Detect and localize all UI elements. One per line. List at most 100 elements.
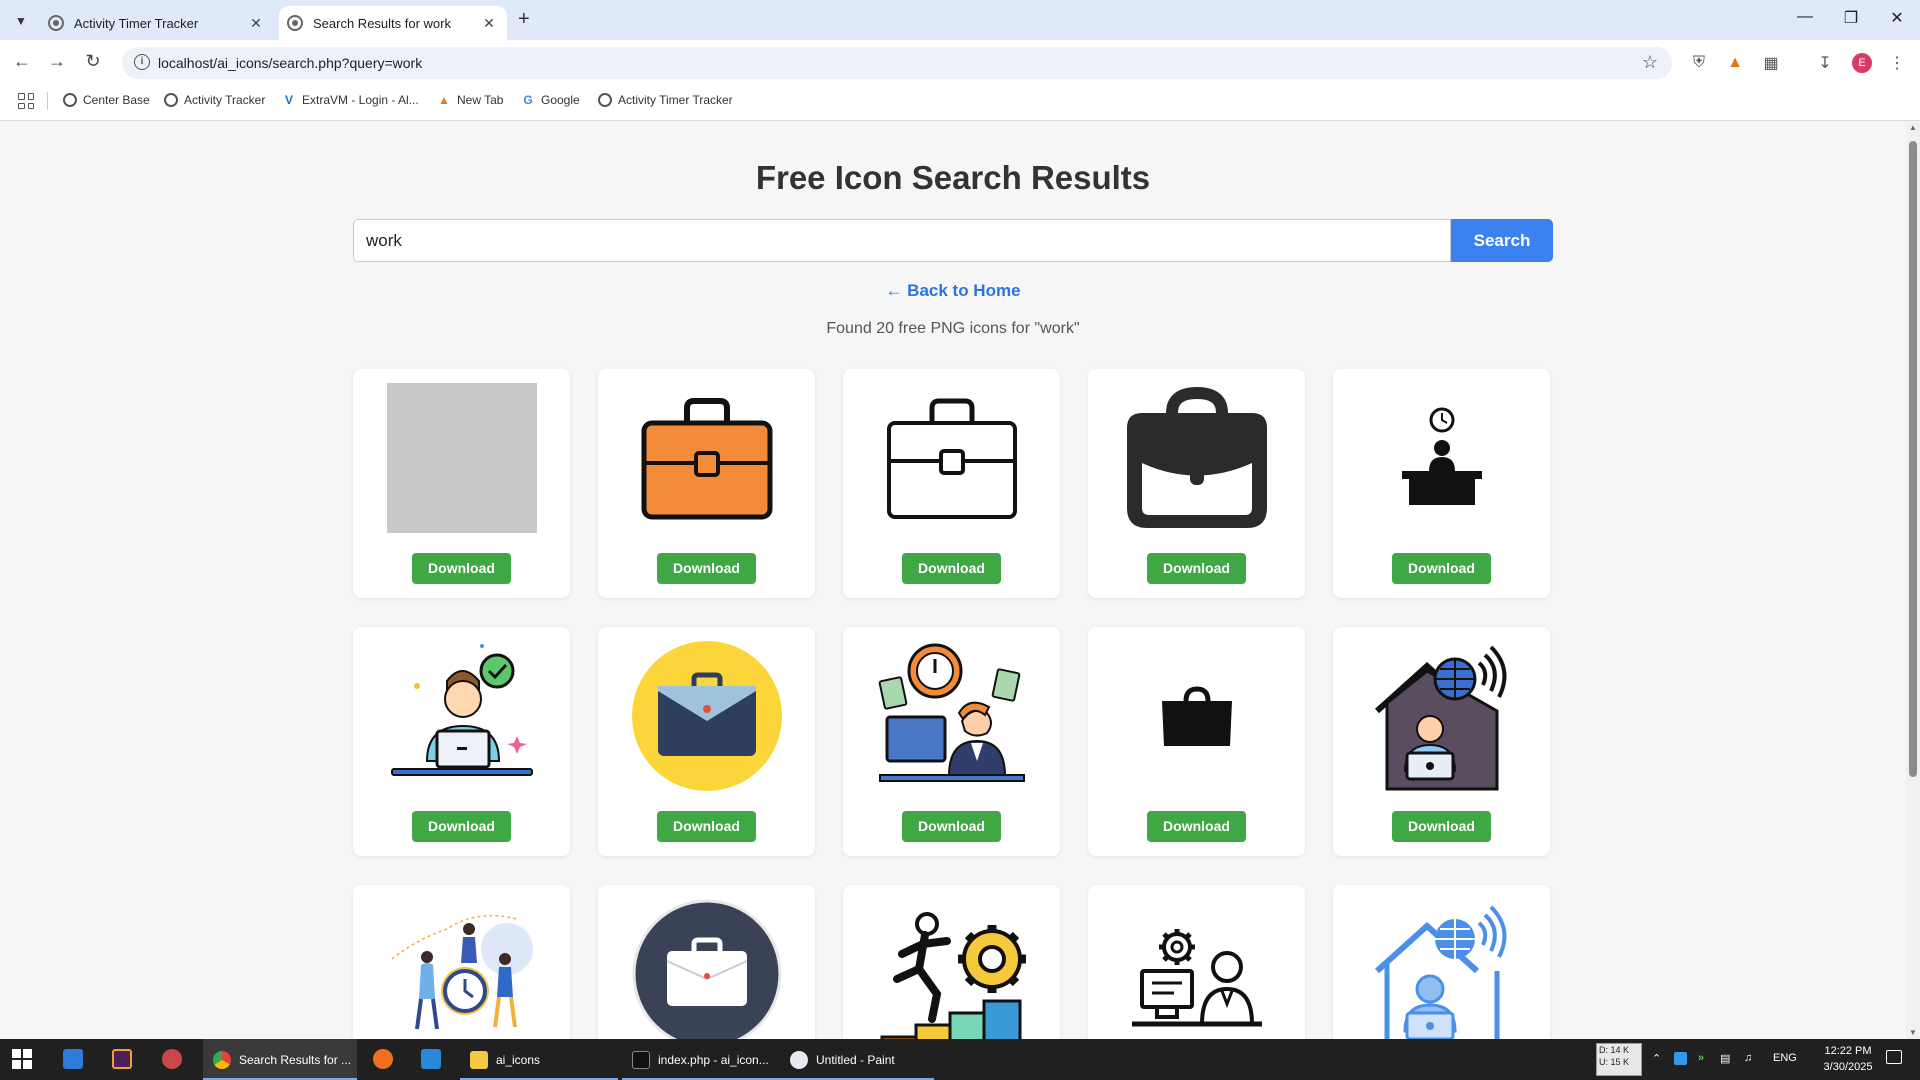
network-monitor-widget[interactable]: D: 14 K U: 15 K	[1596, 1043, 1642, 1076]
new-tab-button[interactable]: +	[518, 8, 530, 31]
laptop-worker-checkmark-icon	[391, 644, 533, 776]
download-button[interactable]: Download	[657, 811, 756, 842]
icon-card: Download	[843, 885, 1060, 1039]
tray-app-icon[interactable]	[1674, 1052, 1687, 1065]
close-icon[interactable]: ✕	[248, 15, 264, 32]
computer-gear-person-icon	[1132, 929, 1262, 1027]
briefcase-yellow-circle-icon	[632, 641, 782, 791]
bookmark-star-icon[interactable]: ☆	[1642, 52, 1658, 73]
menu-kebab-icon[interactable]: ⋮	[1886, 52, 1908, 74]
calculator-icon[interactable]	[63, 1049, 83, 1069]
paint-app-icon[interactable]	[162, 1049, 182, 1069]
nvidia-icon[interactable]: »	[1698, 1052, 1704, 1064]
firefox-icon[interactable]	[373, 1049, 393, 1069]
app-icon[interactable]	[112, 1049, 132, 1069]
download-button[interactable]: Download	[1392, 811, 1491, 842]
tab-activity-timer[interactable]: Activity Timer Tracker ✕	[40, 6, 274, 40]
url-text[interactable]: localhost/ai_icons/search.php?query=work	[158, 55, 422, 71]
icon-card: Download	[1333, 627, 1550, 856]
download-button[interactable]: Download	[412, 553, 511, 584]
taskbar-item-paint[interactable]: Untitled - Paint	[780, 1039, 934, 1080]
taskbar-item-explorer[interactable]: ai_icons	[460, 1039, 618, 1080]
blue-home-office-icon	[1374, 905, 1507, 1039]
language-indicator[interactable]: ENG	[1773, 1052, 1797, 1064]
vscode-icon[interactable]	[421, 1049, 441, 1069]
team-clock-illustration-icon	[391, 914, 533, 1030]
back-arrow-icon[interactable]: ←	[10, 51, 34, 72]
google-logo-icon: G	[523, 93, 533, 107]
volume-icon[interactable]: ♫	[1744, 1052, 1752, 1064]
browser-chrome: ▼ Activity Timer Tracker ✕ Search Result…	[0, 0, 1920, 121]
globe-icon	[63, 93, 77, 107]
bookmark-center-base[interactable]: Center Base	[63, 93, 150, 107]
download-button[interactable]: Download	[1147, 811, 1246, 842]
network-icon[interactable]: ▤	[1720, 1052, 1730, 1065]
download-button[interactable]: Download	[657, 553, 756, 584]
search-button[interactable]: Search	[1451, 219, 1553, 262]
bookmarks-separator	[47, 92, 48, 110]
placeholder-icon	[387, 383, 537, 533]
icon-card: Download	[1333, 885, 1550, 1039]
icon-card: Download	[843, 369, 1060, 598]
download-button[interactable]: Download	[902, 811, 1001, 842]
restore-button[interactable]: ❐	[1836, 8, 1866, 28]
bookmark-activity-timer[interactable]: Activity Timer Tracker	[598, 93, 733, 107]
extensions-puzzle-icon[interactable]: ▦	[1760, 52, 1782, 74]
taskbar: Search Results for ... ai_icons index.ph…	[0, 1039, 1920, 1080]
chevron-up-icon[interactable]: ⌃	[1652, 1052, 1661, 1065]
minimize-button[interactable]: —	[1790, 8, 1820, 26]
vm-logo-icon: V	[284, 93, 293, 107]
tab-search-button[interactable]: ▼	[10, 10, 32, 32]
metamask-fox-icon[interactable]: ▲	[1724, 52, 1746, 74]
scroll-down-icon[interactable]: ▼	[1909, 1028, 1917, 1037]
tab-title: Search Results for work	[313, 15, 451, 31]
download-button[interactable]: Download	[902, 553, 1001, 584]
icon-card: Download	[353, 885, 570, 1039]
icon-card: Download	[1088, 885, 1305, 1039]
bookmark-new-tab[interactable]: ▲ New Tab	[437, 93, 503, 107]
back-to-home-link[interactable]: ← Back to Home	[0, 281, 1906, 301]
profile-avatar[interactable]: E	[1852, 53, 1872, 73]
tab-search-results[interactable]: Search Results for work ✕	[279, 6, 507, 40]
page-scrollbar[interactable]: ▲ ▼	[1906, 121, 1920, 1039]
scrollbar-thumb[interactable]	[1909, 141, 1917, 777]
taskbar-item-editor[interactable]: index.php - ai_icon...	[622, 1039, 780, 1080]
desk-clock-worker-icon	[1402, 407, 1482, 505]
paint-icon	[790, 1050, 808, 1069]
window-close-button[interactable]: ✕	[1882, 8, 1912, 28]
search-input[interactable]: work	[353, 219, 1451, 262]
windows-start-icon[interactable]	[12, 1049, 32, 1069]
tab-strip: ▼ Activity Timer Tracker ✕ Search Result…	[0, 0, 1920, 40]
icon-card: Download	[353, 369, 570, 598]
close-icon[interactable]: ✕	[481, 15, 497, 32]
download-button[interactable]: Download	[412, 811, 511, 842]
clock[interactable]: 12:22 PM 3/30/2025	[1814, 1043, 1882, 1075]
page-title: Free Icon Search Results	[755, 159, 1151, 196]
office-worker-clock-icon	[878, 643, 1025, 782]
download-button[interactable]: Download	[1392, 553, 1491, 584]
page-content: Free Icon Search Results work Search ← B…	[0, 121, 1906, 1039]
taskbar-item-chrome[interactable]: Search Results for ...	[203, 1039, 357, 1080]
globe-icon	[287, 15, 303, 31]
download-button[interactable]: Download	[1147, 553, 1246, 584]
globe-icon	[164, 93, 178, 107]
bookmark-activity-tracker[interactable]: Activity Tracker	[164, 93, 265, 107]
forward-arrow-icon[interactable]: →	[45, 51, 69, 72]
reload-icon[interactable]: ↻	[81, 51, 105, 72]
apps-grid-icon[interactable]	[18, 93, 34, 109]
bookmark-extravm[interactable]: V ExtraVM - Login - Al...	[282, 93, 419, 107]
site-info-icon[interactable]: i	[134, 54, 150, 70]
notification-icon[interactable]	[1886, 1050, 1902, 1064]
folder-icon	[470, 1050, 488, 1069]
icon-card: Download	[598, 885, 815, 1039]
tab-title: Activity Timer Tracker	[74, 15, 199, 31]
results-count: Found 20 free PNG icons for "work"	[826, 320, 1080, 337]
icon-card: Download	[1088, 369, 1305, 598]
icon-card: Download	[598, 369, 815, 598]
scroll-up-icon[interactable]: ▲	[1909, 123, 1917, 132]
small-bag-icon	[1162, 686, 1232, 746]
address-bar[interactable]: i localhost/ai_icons/search.php?query=wo…	[122, 47, 1672, 79]
shield-extension-icon[interactable]: ⛨	[1688, 52, 1710, 74]
bookmark-google[interactable]: G Google	[521, 93, 579, 107]
download-icon[interactable]: ↧	[1814, 52, 1836, 74]
